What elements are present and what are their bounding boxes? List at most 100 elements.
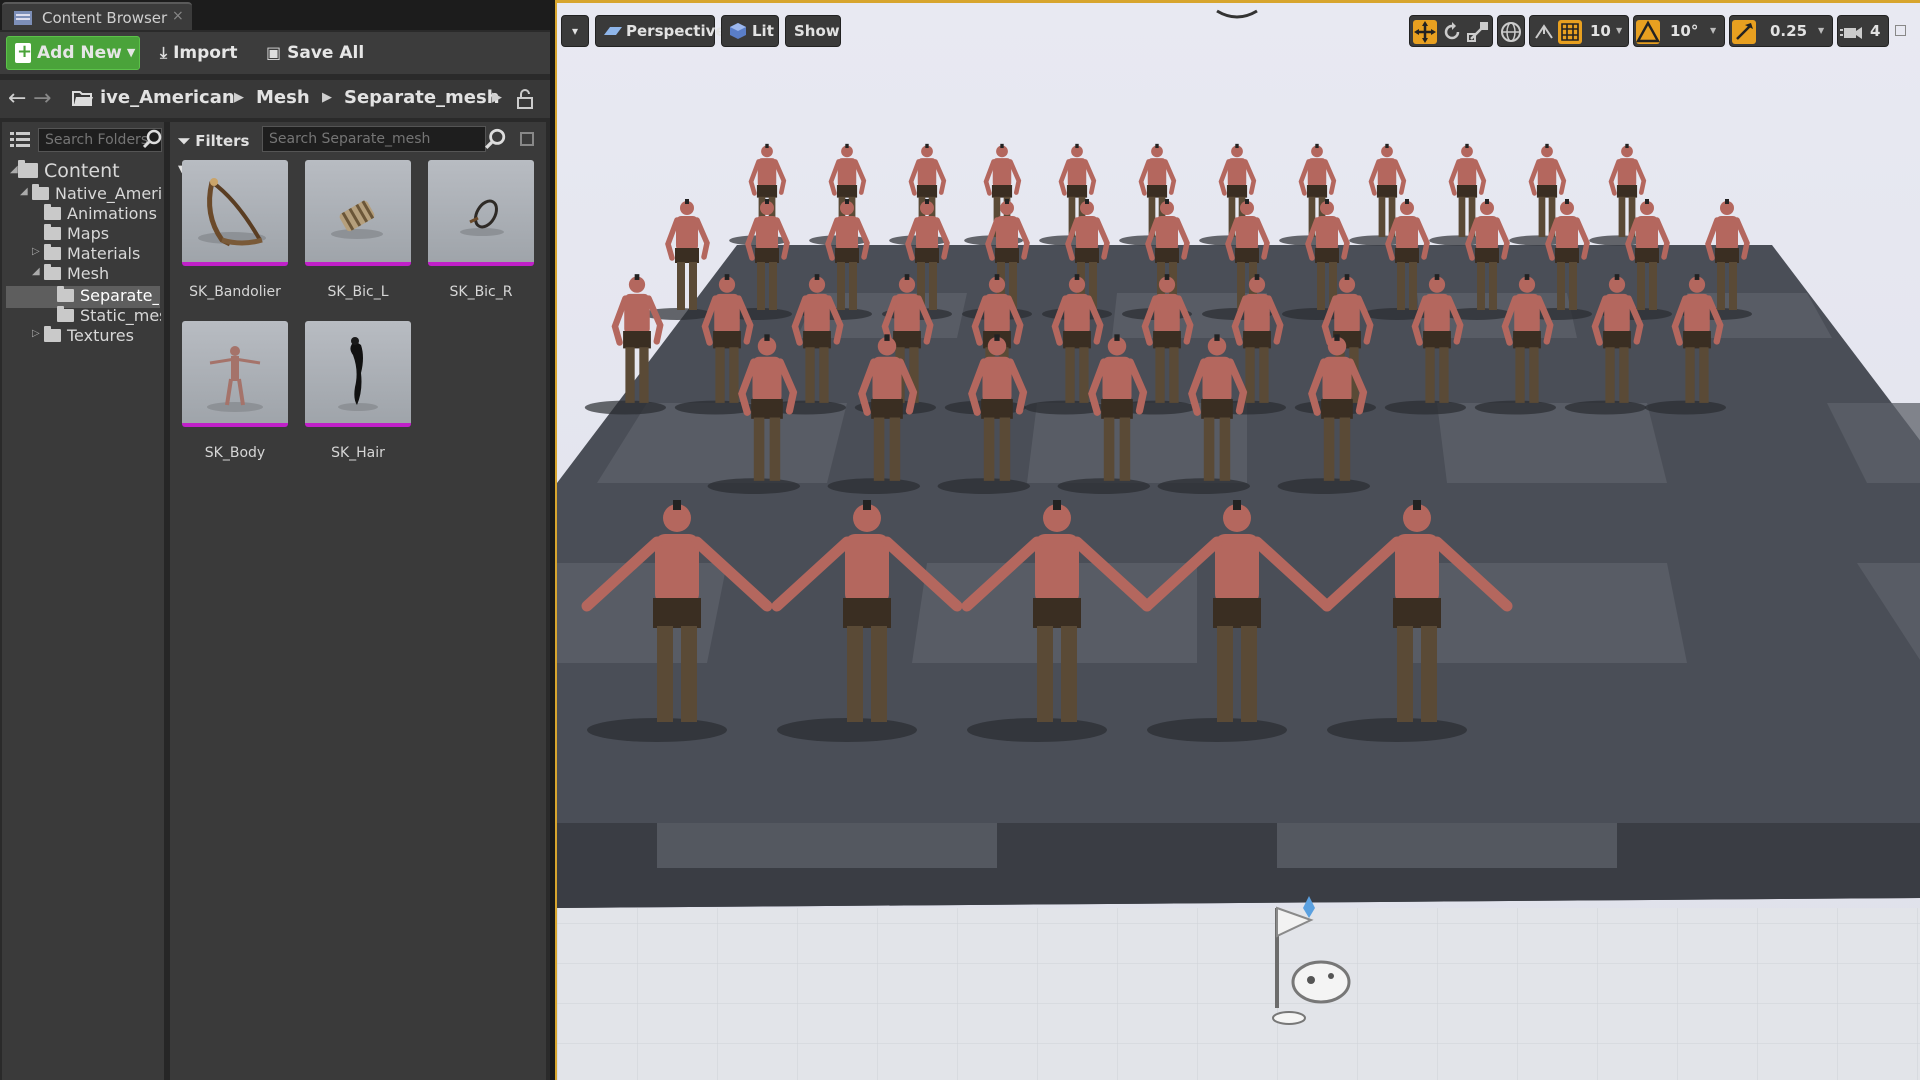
tree-item-label: Mesh bbox=[67, 264, 110, 283]
tree-item-separate-mesh[interactable]: Separate_mesh bbox=[57, 286, 159, 306]
lock-icon[interactable] bbox=[516, 89, 534, 109]
bandolier-thumbnail-icon bbox=[198, 178, 266, 247]
asset-tile[interactable]: SK_Body bbox=[182, 321, 288, 461]
maximize-viewport-icon[interactable] bbox=[1895, 25, 1906, 36]
content-browser-panel: Content Browser × Add New ▼ ⤓ Import ▣ S… bbox=[0, 0, 550, 1080]
collapsed-arrow-icon[interactable]: ▷ bbox=[32, 246, 40, 257]
add-new-button[interactable]: Add New ▼ bbox=[6, 35, 140, 70]
translate-icon[interactable] bbox=[1413, 20, 1437, 44]
camera-speed-icon[interactable] bbox=[1840, 20, 1864, 44]
tree-item-mesh[interactable]: Mesh bbox=[44, 264, 109, 284]
folder-open-icon[interactable] bbox=[72, 89, 94, 107]
grid-snap-icon[interactable] bbox=[1558, 20, 1582, 44]
tree-item-content[interactable]: Content bbox=[18, 160, 120, 184]
asset-tile[interactable]: SK_Bic_L bbox=[305, 160, 411, 300]
rotate-icon[interactable] bbox=[1440, 20, 1464, 44]
content-browser-tab[interactable]: Content Browser × bbox=[2, 2, 192, 30]
download-icon: ⤓ bbox=[160, 43, 168, 62]
scale-snap-value[interactable]: 0.25 bbox=[1770, 22, 1807, 40]
close-icon[interactable]: × bbox=[172, 8, 184, 24]
expanded-arrow-icon[interactable]: ◢ bbox=[20, 186, 28, 197]
surface-snap-icon[interactable] bbox=[1532, 20, 1556, 44]
level-viewport[interactable]: ▾ Perspective Lit Show 10 ▼ 10° ▼ 0.25 ▼… bbox=[555, 0, 1920, 1080]
asset-tile[interactable]: SK_Bic_R bbox=[428, 160, 534, 300]
save-all-button[interactable]: ▣ Save All bbox=[262, 36, 372, 70]
asset-label: SK_Body bbox=[204, 445, 266, 461]
breadcrumb-item[interactable]: ive_American bbox=[100, 87, 235, 108]
expanded-arrow-icon[interactable]: ◢ bbox=[10, 164, 18, 175]
rotation-snap-group: 10° ▼ bbox=[1633, 15, 1725, 47]
asset-thumbnail bbox=[305, 160, 411, 266]
camera-icon bbox=[604, 27, 622, 35]
folder-tree: ◢ Content ◢ Native_American Animations M… bbox=[2, 122, 164, 1080]
chevron-down-icon: ▼ bbox=[126, 46, 136, 59]
breadcrumb-item[interactable]: Mesh bbox=[256, 87, 310, 108]
tree-item-label: Animations bbox=[67, 204, 157, 223]
chevron-down-icon[interactable]: ▼ bbox=[1710, 26, 1716, 35]
new-file-icon bbox=[15, 35, 32, 69]
collapsed-arrow-icon[interactable]: ▷ bbox=[32, 328, 40, 339]
folder-icon bbox=[18, 160, 38, 178]
chevron-down-icon[interactable]: ▼ bbox=[1616, 26, 1622, 35]
body-thumbnail-icon bbox=[207, 346, 263, 412]
grid-snap-group: 10 ▼ bbox=[1529, 15, 1629, 47]
add-new-label: Add New bbox=[37, 43, 122, 63]
tree-item-label: Maps bbox=[67, 224, 110, 243]
viewport-options-button[interactable]: ▾ bbox=[561, 15, 589, 47]
rotation-snap-value[interactable]: 10° bbox=[1670, 22, 1698, 40]
expanded-arrow-icon[interactable]: ◢ bbox=[32, 266, 40, 277]
folder-icon bbox=[44, 264, 61, 280]
coordinate-space-group bbox=[1497, 15, 1525, 47]
asset-label: SK_Bic_L bbox=[327, 284, 389, 300]
lit-button[interactable]: Lit bbox=[721, 15, 779, 47]
search-icon[interactable] bbox=[142, 129, 162, 149]
breadcrumb-separator-icon[interactable]: ▶ bbox=[492, 90, 502, 105]
filters-label: Filters bbox=[195, 132, 250, 150]
bicep-ring-thumbnail-icon bbox=[460, 199, 504, 236]
import-button[interactable]: ⤓ Import bbox=[156, 36, 244, 70]
asset-tile[interactable]: SK_Hair bbox=[305, 321, 411, 461]
asset-tile[interactable]: SK_Bandolier bbox=[182, 160, 288, 300]
folder-icon bbox=[32, 184, 49, 200]
scale-snap-icon[interactable] bbox=[1732, 20, 1756, 44]
breadcrumb-separator-icon[interactable]: ▶ bbox=[234, 90, 244, 105]
search-icon[interactable] bbox=[484, 128, 506, 150]
save-icon: ▣ bbox=[266, 43, 282, 62]
back-arrow-icon[interactable]: ← bbox=[8, 86, 26, 111]
camera-speed-value[interactable]: 4 bbox=[1870, 22, 1880, 40]
show-button[interactable]: Show bbox=[785, 15, 841, 47]
save-search-icon[interactable] bbox=[520, 132, 534, 146]
asset-label: SK_Bandolier bbox=[189, 284, 281, 300]
bicep-band-thumbnail-icon bbox=[331, 200, 383, 239]
folder-search bbox=[8, 126, 162, 152]
folder-icon bbox=[57, 286, 74, 302]
viewport-scene[interactable] bbox=[557, 3, 1920, 1080]
tree-item-materials[interactable]: Materials bbox=[44, 244, 140, 264]
breadcrumb-separator-icon[interactable]: ▶ bbox=[322, 90, 332, 105]
perspective-button[interactable]: Perspective bbox=[595, 15, 726, 47]
tree-item-maps[interactable]: Maps bbox=[44, 224, 109, 244]
filter-icon: ⏷ bbox=[178, 132, 191, 150]
tree-item-static-mesh[interactable]: Static_mesh bbox=[57, 306, 161, 326]
folder-icon bbox=[44, 224, 61, 240]
grid-snap-value[interactable]: 10 bbox=[1590, 22, 1611, 40]
tree-item-native-american[interactable]: Native_American bbox=[32, 184, 162, 204]
tree-item-animations[interactable]: Animations bbox=[44, 204, 157, 224]
tree-item-textures[interactable]: Textures bbox=[44, 326, 134, 346]
hair-thumbnail-icon bbox=[338, 337, 378, 411]
viewport-transform-toolbar: 10 ▼ 10° ▼ 0.25 ▼ 4 bbox=[1409, 13, 1906, 49]
tree-toggle-icon[interactable] bbox=[10, 130, 30, 148]
chevron-down-icon[interactable]: ▼ bbox=[1818, 26, 1824, 35]
folder-icon bbox=[44, 204, 61, 220]
scale-icon[interactable] bbox=[1466, 20, 1490, 44]
lit-label: Lit bbox=[752, 22, 774, 40]
asset-view: ⏷ Filters ▼ bbox=[170, 122, 546, 1080]
forward-arrow-icon[interactable]: → bbox=[33, 86, 51, 111]
asset-search-input[interactable] bbox=[262, 126, 486, 152]
angle-snap-icon[interactable] bbox=[1635, 20, 1661, 44]
breadcrumb-item[interactable]: Separate_mesh bbox=[344, 87, 500, 108]
filters-button[interactable]: ⏷ Filters ▼ bbox=[178, 128, 252, 175]
asset-thumbnail bbox=[182, 160, 288, 266]
world-globe-icon[interactable] bbox=[1499, 20, 1523, 44]
scale-snap-group: 0.25 ▼ bbox=[1729, 15, 1833, 47]
